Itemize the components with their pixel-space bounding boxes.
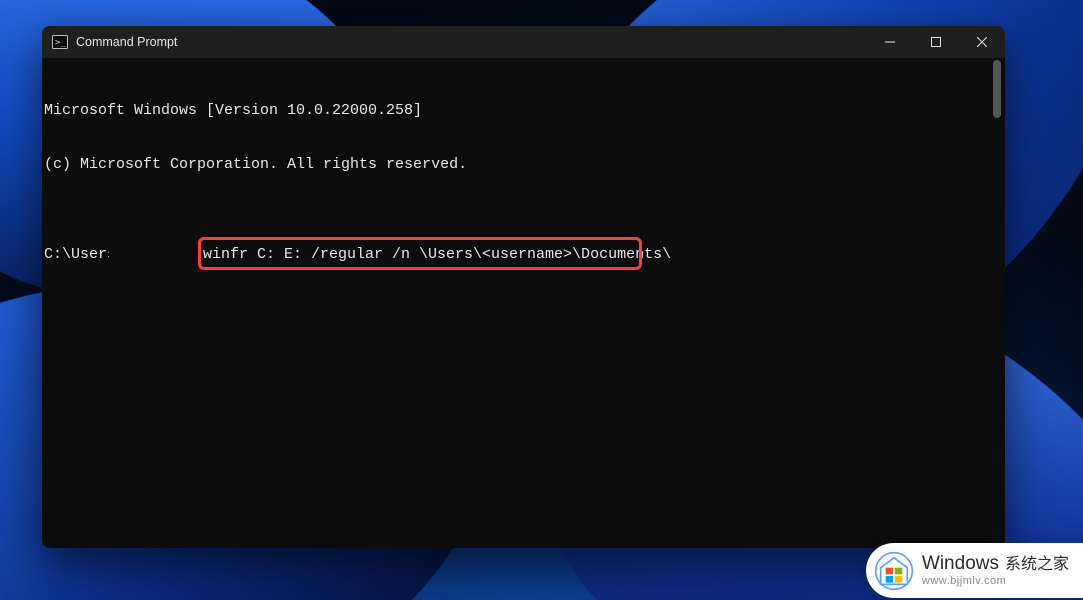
minimize-button[interactable]	[867, 26, 913, 58]
watermark-url: www.bjjmlv.com	[922, 575, 1069, 587]
watermark-badge: Windows 系统之家 www.bjjmlv.com	[866, 543, 1083, 598]
terminal-area[interactable]: Microsoft Windows [Version 10.0.22000.25…	[42, 58, 1005, 548]
svg-text:>_: >_	[55, 38, 66, 48]
scrollbar-thumb[interactable]	[993, 60, 1001, 118]
prompt-row: C:\Users\ winfr C: E: /regular /n \Users…	[42, 246, 1005, 266]
window-controls	[867, 26, 1005, 58]
close-icon	[977, 37, 987, 47]
command-prompt-window: >_ Command Prompt Micr	[42, 26, 1005, 548]
maximize-icon	[931, 37, 941, 47]
maximize-button[interactable]	[913, 26, 959, 58]
titlebar[interactable]: >_ Command Prompt	[42, 26, 1005, 58]
cmd-icon: >_	[52, 34, 68, 50]
minimize-icon	[885, 37, 895, 47]
terminal-line: (c) Microsoft Corporation. All rights re…	[42, 156, 1005, 174]
windows-house-icon	[874, 551, 914, 591]
command-text: winfr C: E: /regular /n \Users\<username…	[203, 246, 671, 264]
window-title: Command Prompt	[76, 35, 177, 49]
terminal-line: Microsoft Windows [Version 10.0.22000.25…	[42, 102, 1005, 120]
redacted-username	[110, 246, 196, 263]
watermark-text: Windows 系统之家 www.bjjmlv.com	[922, 554, 1069, 587]
close-button[interactable]	[959, 26, 1005, 58]
watermark-brand-cn: 系统之家	[1005, 556, 1069, 574]
watermark-brand-en: Windows	[922, 554, 999, 575]
